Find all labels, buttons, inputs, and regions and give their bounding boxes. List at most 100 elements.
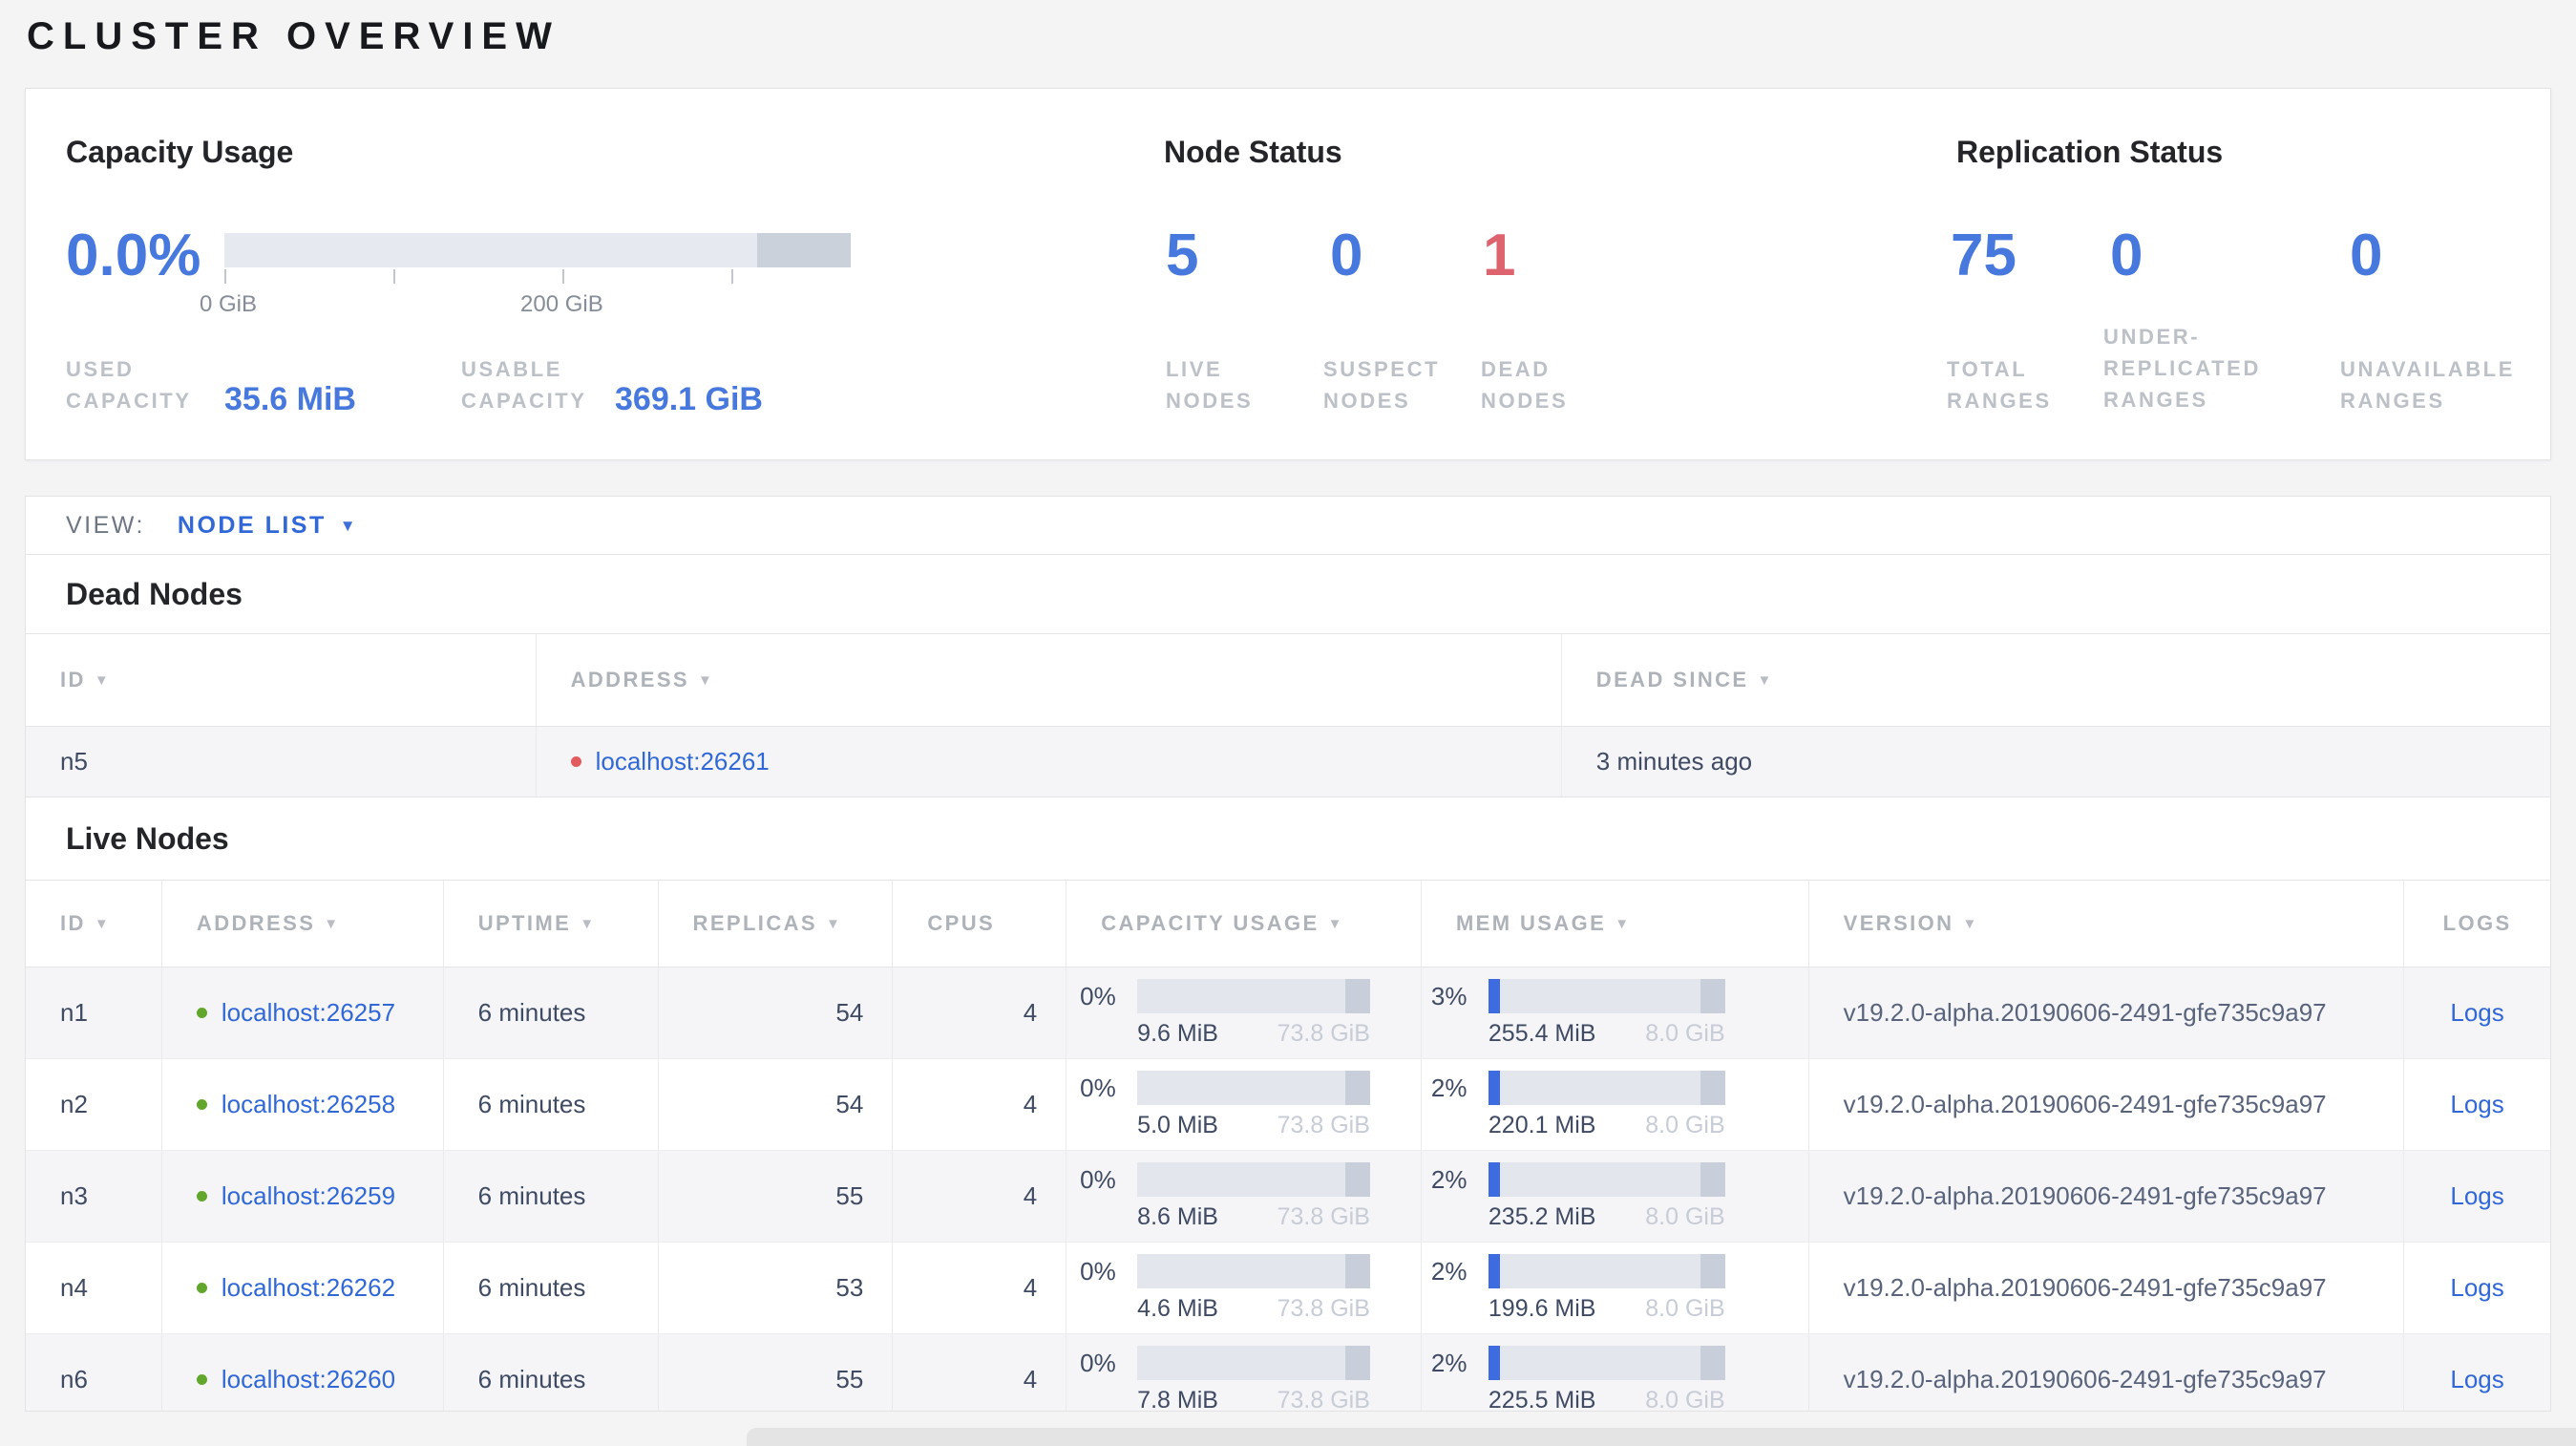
capacity-usage-heading: Capacity Usage bbox=[66, 135, 294, 169]
mem-usage-cell: 2% 220.1 MiB 8.0 GiB bbox=[1420, 1059, 1808, 1150]
live-status-icon bbox=[196, 1374, 207, 1385]
node-uptime: 6 minutes bbox=[442, 968, 658, 1058]
axis-tick-label: 0 GiB bbox=[200, 291, 258, 317]
column-header-id[interactable]: ID ▼ bbox=[26, 634, 536, 726]
view-bar: VIEW: NODE LIST ▼ bbox=[26, 497, 2550, 555]
column-header-address[interactable]: ADDRESS ▼ bbox=[160, 881, 443, 967]
table-row: n1 localhost:26257 6 minutes 54 4 0% 9.6… bbox=[26, 968, 2550, 1059]
mem-bar bbox=[1488, 979, 1725, 1013]
mem-bar bbox=[1488, 1162, 1725, 1197]
under-replicated-count: 0 bbox=[2110, 223, 2143, 288]
suspect-nodes-label: SUSPECT NODES bbox=[1323, 357, 1441, 413]
column-header-capacity-usage[interactable]: CAPACITY USAGE ▼ bbox=[1066, 881, 1421, 967]
live-nodes-table: ID ▼ ADDRESS ▼ UPTIME ▼ REPLICAS ▼ CPUS bbox=[26, 880, 2550, 1412]
mem-total-value: 8.0 GiB bbox=[1645, 1295, 1725, 1322]
column-header-id[interactable]: ID ▼ bbox=[26, 881, 161, 967]
node-id: n4 bbox=[60, 1273, 88, 1302]
mem-total-value: 8.0 GiB bbox=[1645, 1020, 1725, 1047]
capacity-usage-cell: 0% 8.6 MiB 73.8 GiB bbox=[1066, 1151, 1421, 1242]
capacity-bar bbox=[1137, 1254, 1370, 1288]
sort-desc-icon: ▼ bbox=[697, 671, 715, 689]
mem-used-value: 235.2 MiB bbox=[1488, 1203, 1596, 1230]
capacity-bar-reserved-segment bbox=[756, 233, 851, 267]
logs-cell: Logs bbox=[2403, 968, 2550, 1058]
capacity-total-value: 73.8 GiB bbox=[1277, 1112, 1370, 1138]
node-cpus: 4 bbox=[892, 1151, 1066, 1242]
node-id: n2 bbox=[60, 1090, 88, 1118]
mem-used-value: 199.6 MiB bbox=[1488, 1295, 1596, 1322]
capacity-usage-cell: 0% 9.6 MiB 73.8 GiB bbox=[1066, 968, 1421, 1058]
node-address-link[interactable]: localhost:26257 bbox=[222, 998, 395, 1028]
under-replicated-label: UNDER-REPLICATED RANGES bbox=[2103, 325, 2261, 412]
dead-since: 3 minutes ago bbox=[1560, 727, 2550, 797]
capacity-percent: 0% bbox=[1080, 1256, 1116, 1286]
mem-used-value: 220.1 MiB bbox=[1488, 1112, 1596, 1138]
node-replicas: 54 bbox=[657, 968, 893, 1058]
node-address-link[interactable]: localhost:26260 bbox=[222, 1365, 395, 1394]
mem-total-value: 8.0 GiB bbox=[1645, 1112, 1725, 1138]
capacity-usage-cell: 0% 5.0 MiB 73.8 GiB bbox=[1066, 1059, 1421, 1150]
node-address-cell: localhost:26261 bbox=[535, 727, 1561, 797]
logs-link[interactable]: Logs bbox=[2450, 1181, 2503, 1211]
node-cpus: 4 bbox=[892, 1334, 1066, 1411]
dead-nodes-table: ID ▼ ADDRESS ▼ DEAD SINCE ▼ n5 localhost… bbox=[26, 633, 2550, 797]
capacity-percent: 0% bbox=[1080, 1164, 1116, 1194]
mem-percent: 2% bbox=[1430, 1256, 1467, 1286]
node-address-link[interactable]: localhost:26258 bbox=[222, 1090, 395, 1119]
axis-tick bbox=[562, 269, 564, 284]
logs-link[interactable]: Logs bbox=[2450, 1365, 2503, 1394]
logs-cell: Logs bbox=[2403, 1059, 2550, 1150]
unavailable-label: UNAVAILABLE RANGES bbox=[2340, 357, 2515, 413]
axis-tick bbox=[393, 269, 395, 284]
sort-desc-icon: ▼ bbox=[1327, 915, 1344, 932]
node-id: n5 bbox=[60, 747, 88, 776]
node-id: n6 bbox=[60, 1365, 88, 1393]
view-dropdown[interactable]: NODE LIST ▼ bbox=[178, 512, 356, 540]
node-cpus: 4 bbox=[892, 1059, 1066, 1150]
logs-link[interactable]: Logs bbox=[2450, 1273, 2503, 1303]
node-address-cell: localhost:26259 bbox=[160, 1151, 443, 1242]
node-address-link[interactable]: localhost:26262 bbox=[222, 1273, 395, 1303]
view-dropdown-value[interactable]: NODE LIST bbox=[178, 512, 327, 540]
column-header-dead-since[interactable]: DEAD SINCE ▼ bbox=[1560, 634, 2550, 726]
total-ranges-label: TOTAL RANGES bbox=[1947, 357, 2052, 413]
node-replicas: 55 bbox=[657, 1151, 893, 1242]
live-status-icon bbox=[196, 1008, 207, 1018]
axis-tick bbox=[731, 269, 733, 284]
logs-link[interactable]: Logs bbox=[2450, 998, 2503, 1028]
dead-nodes-label: DEAD NODES bbox=[1481, 357, 1569, 413]
column-header-replicas[interactable]: REPLICAS ▼ bbox=[657, 881, 893, 967]
mem-total-value: 8.0 GiB bbox=[1645, 1387, 1725, 1412]
cluster-overview-page: CLUSTER OVERVIEW Capacity Usage 0.0% 0 G… bbox=[0, 0, 2576, 1446]
usable-capacity-label: USABLE CAPACITY bbox=[461, 357, 587, 413]
sort-desc-icon: ▼ bbox=[1962, 915, 1979, 932]
mem-percent: 3% bbox=[1430, 981, 1467, 1010]
mem-bar bbox=[1488, 1071, 1725, 1105]
column-header-cpus: CPUS bbox=[892, 881, 1066, 967]
axis-tick bbox=[224, 269, 226, 284]
axis-tick-label: 200 GiB bbox=[520, 291, 603, 317]
node-uptime: 6 minutes bbox=[442, 1243, 658, 1333]
node-address-link[interactable]: localhost:26261 bbox=[596, 747, 770, 776]
dead-nodes-table-header: ID ▼ ADDRESS ▼ DEAD SINCE ▼ bbox=[26, 633, 2550, 727]
node-version: v19.2.0-alpha.20190606-2491-gfe735c9a97 bbox=[1807, 1059, 2403, 1150]
column-header-uptime[interactable]: UPTIME ▼ bbox=[442, 881, 658, 967]
chevron-down-icon[interactable]: ▼ bbox=[340, 517, 356, 536]
node-address-cell: localhost:26257 bbox=[160, 968, 443, 1058]
node-address-cell: localhost:26260 bbox=[160, 1334, 443, 1411]
sort-desc-icon: ▼ bbox=[94, 671, 112, 689]
column-header-version[interactable]: VERSION ▼ bbox=[1807, 881, 2404, 967]
node-address-cell: localhost:26258 bbox=[160, 1059, 443, 1150]
unavailable-count: 0 bbox=[2350, 223, 2383, 288]
node-address-link[interactable]: localhost:26259 bbox=[222, 1181, 395, 1211]
column-header-mem-usage[interactable]: MEM USAGE ▼ bbox=[1420, 881, 1808, 967]
logs-link[interactable]: Logs bbox=[2450, 1090, 2503, 1119]
capacity-used-value: 9.6 MiB bbox=[1137, 1020, 1218, 1047]
bottom-shadow bbox=[747, 1428, 2576, 1446]
column-header-address[interactable]: ADDRESS ▼ bbox=[535, 634, 1561, 726]
live-nodes-count: 5 bbox=[1166, 223, 1199, 288]
mem-usage-cell: 3% 255.4 MiB 8.0 GiB bbox=[1420, 968, 1808, 1058]
node-status-heading: Node Status bbox=[1164, 135, 1342, 169]
live-nodes-heading: Live Nodes bbox=[66, 820, 229, 856]
mem-usage-cell: 2% 199.6 MiB 8.0 GiB bbox=[1420, 1243, 1808, 1333]
